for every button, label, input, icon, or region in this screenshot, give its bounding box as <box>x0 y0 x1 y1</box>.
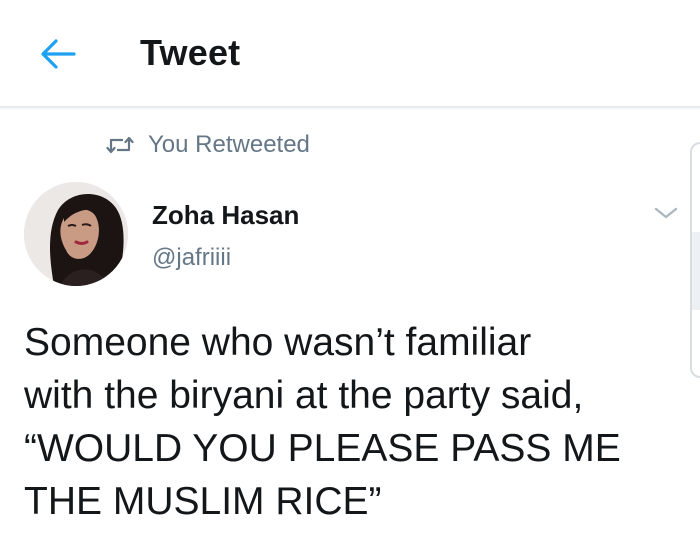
top-bar: Tweet <box>0 0 700 108</box>
tweet-body: Someone who wasn’t familiar with the bir… <box>24 321 621 523</box>
retweet-icon <box>106 134 134 156</box>
author-handle[interactable]: @jafriiii <box>152 244 231 272</box>
retweet-label: You Retweeted <box>148 131 310 158</box>
chevron-down-icon <box>654 207 678 219</box>
page-title: Tweet <box>140 32 241 73</box>
back-arrow-icon <box>41 39 76 69</box>
tweet-detail-screen: Tweet You Retweeted Zoha Hasan @jafriiii <box>0 0 700 549</box>
tweet-options-button[interactable] <box>648 198 684 228</box>
avatar[interactable] <box>24 182 128 286</box>
back-button[interactable] <box>34 32 82 76</box>
profile-photo <box>24 182 128 286</box>
author-name[interactable]: Zoha Hasan <box>152 200 299 231</box>
retweet-context: You Retweeted <box>106 128 310 162</box>
scroll-thumb[interactable] <box>692 232 700 310</box>
